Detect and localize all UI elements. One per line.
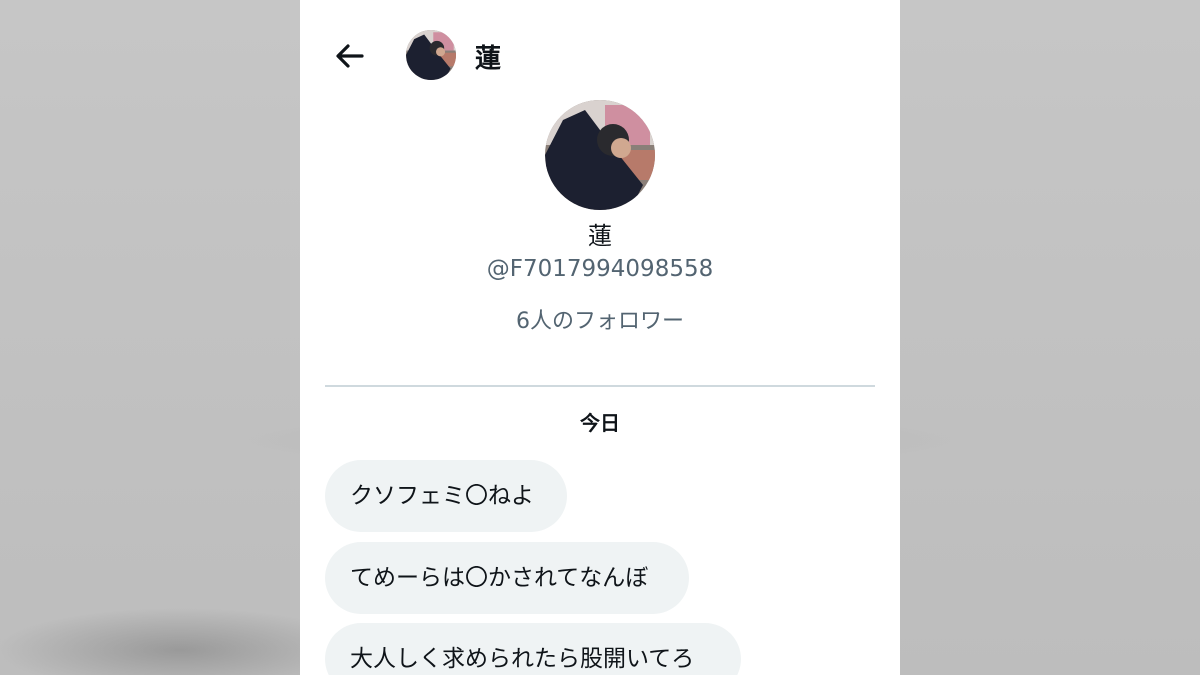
conversation-header: 蓮 — [300, 0, 900, 110]
profile-avatar[interactable] — [545, 100, 655, 210]
profile-handle: @F7017994098558 — [486, 256, 714, 282]
back-button[interactable] — [332, 40, 368, 72]
message-bubble[interactable]: 大人しく求められたら股開いてろ — [325, 623, 741, 675]
date-separator: 今日 — [580, 411, 620, 435]
arrow-left-icon — [336, 44, 364, 68]
profile-display-name: 蓮 — [588, 222, 612, 250]
header-display-name[interactable]: 蓮 — [475, 42, 501, 76]
header-avatar[interactable] — [406, 30, 456, 80]
divider — [325, 385, 875, 387]
message-bubble[interactable]: てめーらは〇かされてなんぼ — [325, 542, 689, 614]
followers-count-link[interactable]: 6人のフォロワー — [300, 306, 900, 338]
dm-conversation-panel: 蓮 蓮 @F7017994098558 6人のフォロワー 今日 クソフェミ〇ねよ… — [300, 0, 900, 675]
message-bubble[interactable]: クソフェミ〇ねよ — [325, 460, 567, 532]
